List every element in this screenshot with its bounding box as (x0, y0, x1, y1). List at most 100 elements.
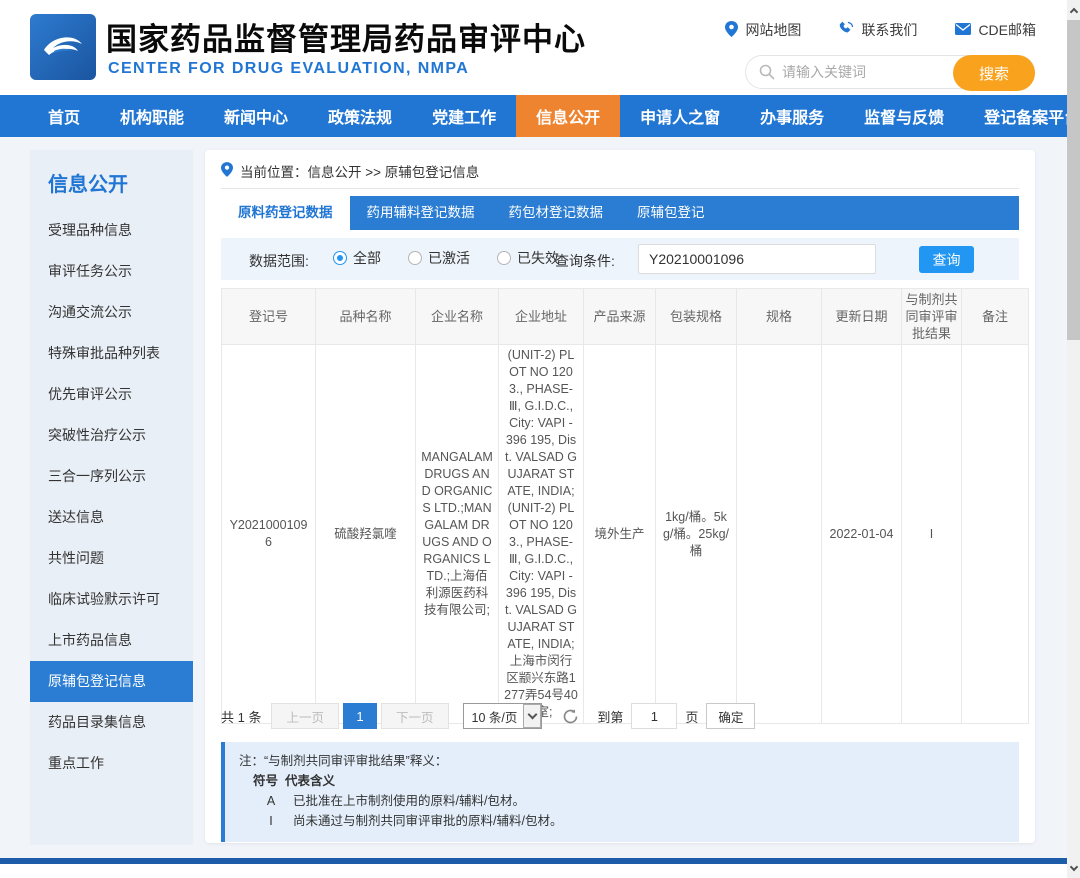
header-search: 搜索 (745, 55, 1035, 89)
radio-icon (408, 251, 422, 265)
radio-label: 已失效 (517, 248, 559, 268)
link-label: 网站地图 (745, 20, 801, 40)
table-cell: 境外生产 (584, 345, 656, 724)
search-icon (759, 64, 775, 85)
next-page-button[interactable]: 下一页 (381, 703, 449, 729)
refresh-icon (562, 708, 579, 725)
table-header-cell: 备注 (962, 289, 1029, 345)
sidebar-item[interactable]: 沟通交流公示 (30, 292, 193, 333)
scroll-thumb[interactable] (1067, 20, 1080, 340)
sidebar-item[interactable]: 重点工作 (30, 743, 193, 784)
sidebar-item[interactable]: 原辅包登记信息 (30, 661, 193, 702)
note-entry-meaning: 已批准在上市制剂使用的原料/辅料/包材。 (293, 791, 525, 811)
tab[interactable]: 原辅包登记 (620, 196, 722, 230)
footer-divider (0, 858, 1080, 864)
nav-item[interactable]: 信息公开 (516, 95, 620, 137)
scroll-up-button[interactable] (1067, 2, 1080, 18)
table-cell (737, 345, 822, 724)
goto-unit: 页 (685, 707, 698, 726)
note-entry: I尚未通过与制剂共同审评审批的原料/辅料/包材。 (239, 811, 1005, 831)
sidebar-item[interactable]: 突破性治疗公示 (30, 415, 193, 456)
table-cell: 2022-01-04 (822, 345, 902, 724)
sidebar-item[interactable]: 药品目录集信息 (30, 702, 193, 743)
page-size-select[interactable]: 10 条/页 (463, 703, 543, 729)
header-links: 网站地图 联系我们 CDE邮箱 (725, 20, 1036, 40)
radio-option[interactable]: 已激活 (408, 248, 470, 268)
note-box: 注：“与制剂共同审评审批结果”释义： 符号 代表含义 A已批准在上市制剂使用的原… (221, 742, 1019, 842)
phone-icon (839, 21, 854, 39)
table-row: Y20210001096硫酸羟氯喹MANGALAM DRUGS AND ORGA… (222, 345, 1029, 724)
query-input[interactable] (638, 244, 876, 274)
link-mail[interactable]: CDE邮箱 (955, 20, 1036, 40)
tab[interactable]: 原料药登记数据 (221, 196, 350, 230)
note-title: 注：“与制剂共同审评审批结果”释义： (239, 751, 1005, 771)
table-header-cell: 规格 (737, 289, 822, 345)
nav-item[interactable]: 首页 (28, 95, 100, 137)
sidebar-item[interactable]: 受理品种信息 (30, 210, 193, 251)
nav-item[interactable]: 政策法规 (308, 95, 412, 137)
sidebar-item[interactable]: 临床试验默示许可 (30, 579, 193, 620)
sidebar-item[interactable]: 送达信息 (30, 497, 193, 538)
radio-option[interactable]: 全部 (333, 248, 381, 268)
tab-bar: 原料药登记数据药用辅料登记数据药包材登记数据原辅包登记 (221, 196, 1019, 230)
total-count: 共 1 条 (221, 707, 261, 726)
nav-item[interactable]: 新闻中心 (204, 95, 308, 137)
table-header-cell: 与制剂共同审评审批结果 (902, 289, 962, 345)
registration-table: 登记号品种名称企业名称企业地址产品来源包装规格规格更新日期与制剂共同审评审批结果… (221, 288, 1029, 724)
note-entry-symbol: A (261, 791, 281, 811)
tab[interactable]: 药用辅料登记数据 (350, 196, 492, 230)
breadcrumb-divider (221, 188, 1019, 189)
pagination: 共 1 条 上一页 1 下一页 10 条/页 到第 页 确定 (221, 702, 755, 730)
nav-item[interactable]: 党建工作 (412, 95, 516, 137)
table-header-cell: 品种名称 (316, 289, 416, 345)
radio-icon (333, 251, 347, 265)
query-label: 查询条件: (555, 251, 615, 271)
sidebar-items: 受理品种信息审评任务公示沟通交流公示特殊审批品种列表优先审评公示突破性治疗公示三… (30, 210, 193, 784)
cde-logo-icon (38, 20, 88, 75)
sidebar-item[interactable]: 三合一序列公示 (30, 456, 193, 497)
nav-item[interactable]: 登记备案平台 (964, 95, 1080, 137)
page: 国家药品监督管理局药品审评中心 CENTER FOR DRUG EVALUATI… (0, 0, 1080, 878)
scroll-down-button[interactable] (1067, 860, 1080, 876)
table-cell: (UNIT-2) PLOT NO 1203., PHASE-Ⅲ, G.I.D.C… (499, 345, 584, 724)
current-page-button[interactable]: 1 (343, 703, 377, 729)
link-label: CDE邮箱 (978, 20, 1036, 40)
nav-item[interactable]: 办事服务 (740, 95, 844, 137)
sidebar-item[interactable]: 共性问题 (30, 538, 193, 579)
link-contact[interactable]: 联系我们 (839, 20, 917, 40)
nav-item[interactable]: 申请人之窗 (620, 95, 740, 137)
sidebar-item[interactable]: 特殊审批品种列表 (30, 333, 193, 374)
scope-radio-group: 全部 已激活 已失效 (333, 248, 559, 268)
link-label: 联系我们 (861, 20, 917, 40)
nav-item[interactable]: 监督与反馈 (844, 95, 964, 137)
confirm-button[interactable]: 确定 (706, 703, 755, 729)
query-submit-button[interactable]: 查询 (919, 246, 974, 273)
refresh-button[interactable] (562, 708, 579, 725)
filter-bar: 数据范围: 全部已激活已失效 查询条件: 查询 (221, 238, 1019, 280)
breadcrumb: 当前位置：信息公开 >> 原辅包登记信息 (221, 161, 479, 181)
table-cell: MANGALAM DRUGS AND ORGANICS LTD.;MANGALA… (416, 345, 499, 724)
page-size-value: 10 条/页 (464, 707, 524, 726)
site-logo[interactable] (30, 14, 96, 80)
chevron-down-icon (1069, 862, 1077, 870)
search-submit-button[interactable]: 搜索 (953, 55, 1035, 91)
table-header-row: 登记号品种名称企业名称企业地址产品来源包装规格规格更新日期与制剂共同审评审批结果… (222, 289, 1029, 345)
vertical-scrollbar[interactable] (1067, 0, 1080, 878)
note-entry-symbol: I (261, 811, 281, 831)
sidebar: 信息公开 受理品种信息审评任务公示沟通交流公示特殊审批品种列表优先审评公示突破性… (30, 150, 193, 845)
note-entry: A 已批准在上市制剂使用的原料/辅料/包材。 (239, 791, 1005, 811)
sidebar-item[interactable]: 审评任务公示 (30, 251, 193, 292)
sidebar-item[interactable]: 上市药品信息 (30, 620, 193, 661)
radio-label: 已激活 (428, 248, 470, 268)
nav-item[interactable]: 机构职能 (100, 95, 204, 137)
tab[interactable]: 药包材登记数据 (492, 196, 621, 230)
prev-page-button[interactable]: 上一页 (271, 703, 339, 729)
table-header-cell: 企业地址 (499, 289, 584, 345)
location-pin-icon (221, 162, 233, 180)
goto-page-input[interactable] (631, 703, 677, 729)
search-input[interactable] (782, 57, 952, 87)
link-sitemap[interactable]: 网站地图 (725, 20, 801, 40)
table-body: Y20210001096硫酸羟氯喹MANGALAM DRUGS AND ORGA… (222, 345, 1029, 724)
radio-option[interactable]: 已失效 (497, 248, 559, 268)
sidebar-item[interactable]: 优先审评公示 (30, 374, 193, 415)
